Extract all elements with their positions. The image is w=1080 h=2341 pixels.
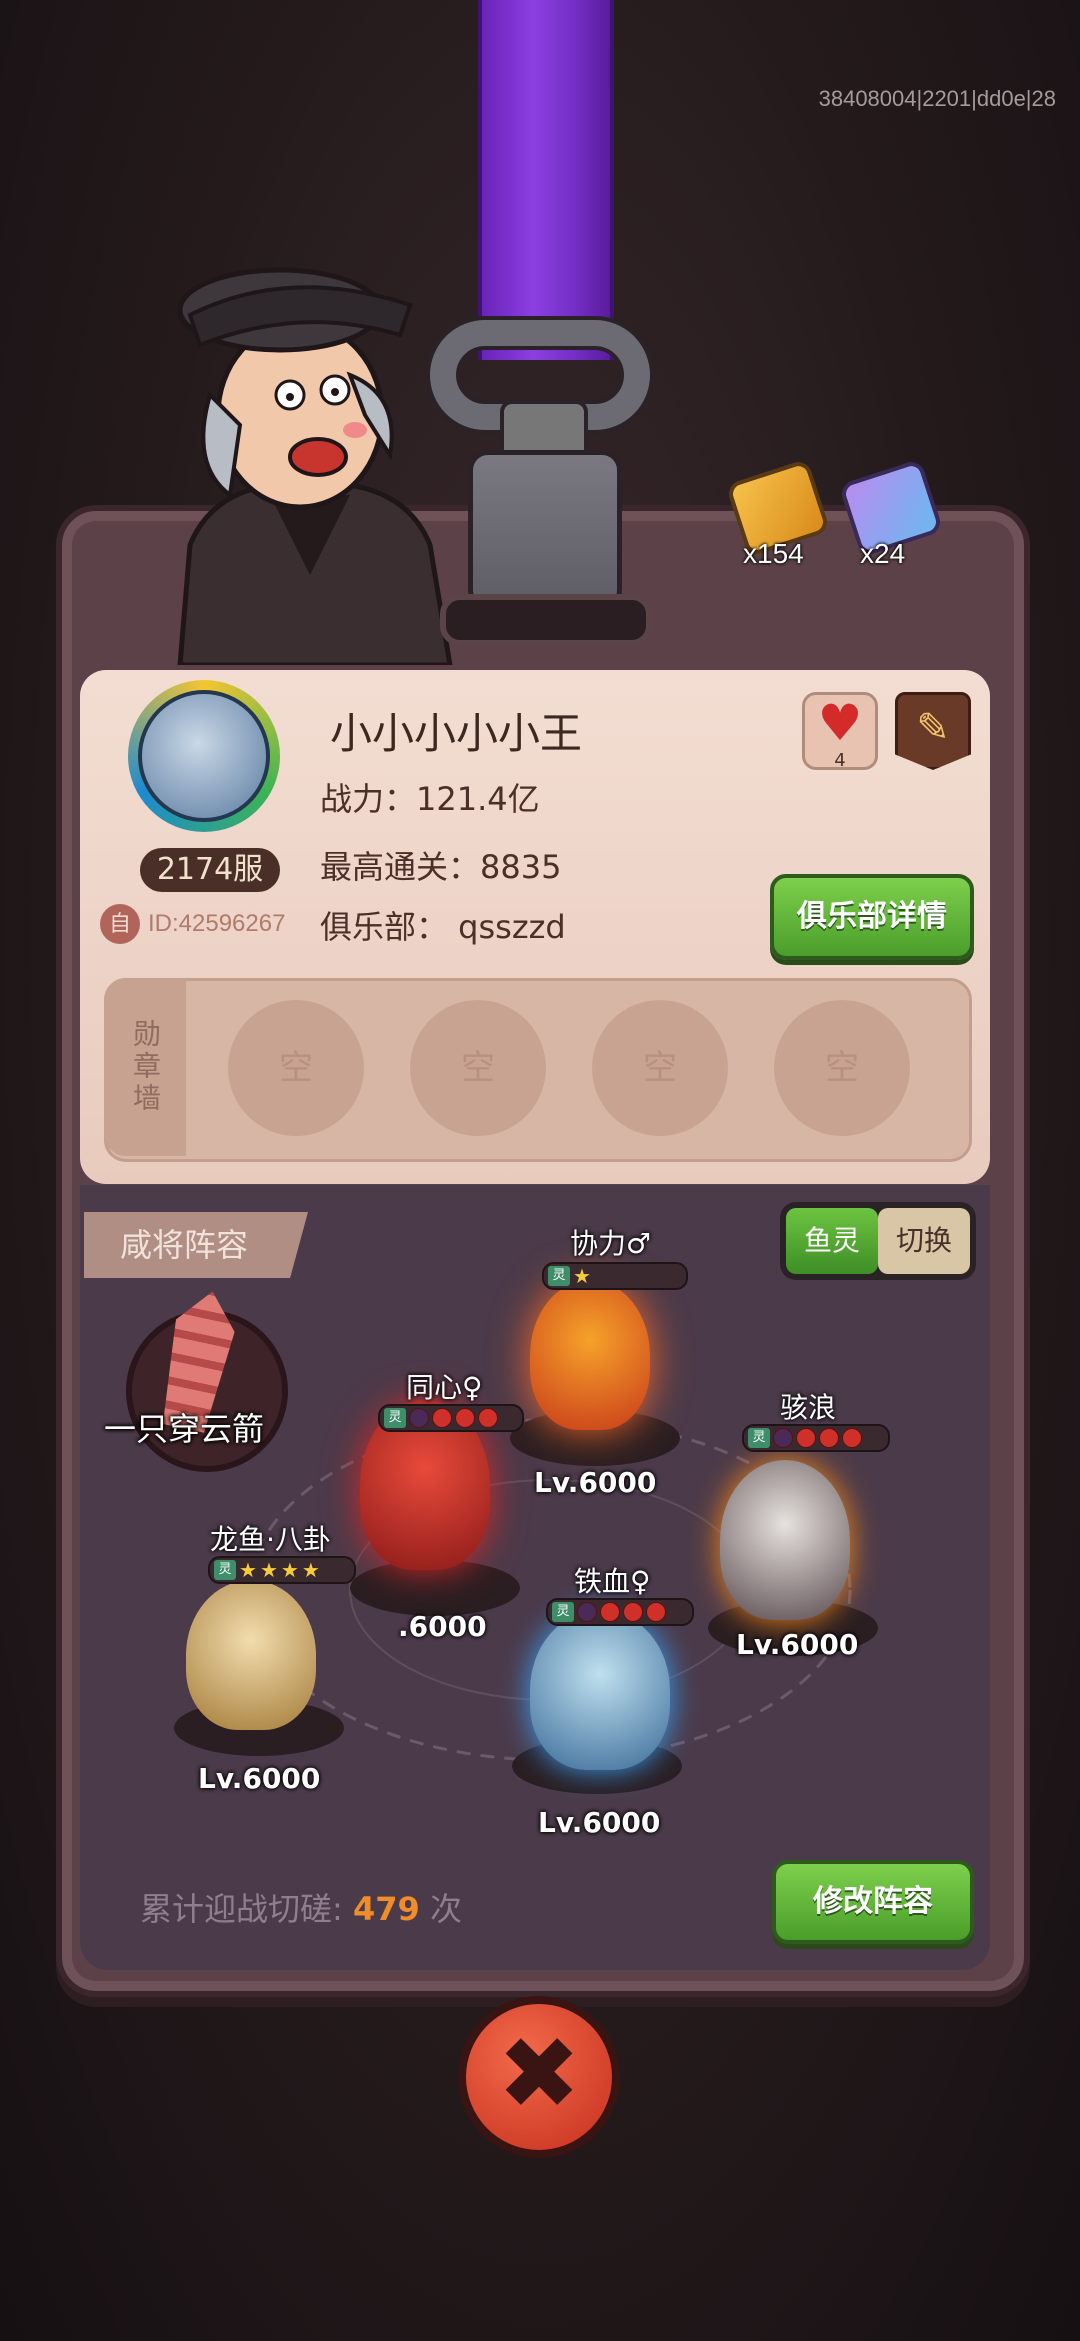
heart-icon: ♥ [817, 694, 863, 752]
orb-icon [646, 1602, 666, 1622]
hero-star-bar: 灵 ★ ★ ★ ★ [208, 1556, 356, 1584]
hero-name: 同心♀ [406, 1371, 483, 1404]
player-id: ID:42596267 [148, 910, 286, 937]
medal-wall-label: 勋章墙 [104, 978, 186, 1156]
artifact-name: 一只穿云箭 [104, 1410, 265, 1448]
challenge-unit: 次 [429, 1890, 462, 1928]
spirit-tag: 灵 [548, 1266, 570, 1286]
build-id-text: 38408004|2201|dd0e|28 [818, 86, 1056, 111]
challenge-count-row: 累计迎战切磋: 479 次 [140, 1884, 462, 1930]
orb-icon [796, 1428, 816, 1448]
like-count: 4 [834, 750, 846, 771]
hero-name: 协力♂ [570, 1227, 652, 1260]
club-details-button[interactable]: 俱乐部详情 [770, 874, 974, 960]
star-icon: ★ [573, 1264, 591, 1288]
star-icon: ★ [239, 1558, 257, 1582]
orb-icon [819, 1428, 839, 1448]
player-character-illustration [177, 267, 453, 665]
player-name: 小小小小小王 [330, 709, 583, 758]
player-avatar[interactable] [128, 680, 280, 832]
spirit-tag: 灵 [748, 1428, 770, 1448]
orb-icon [409, 1408, 429, 1428]
gold-bar-amount: x154 [743, 538, 804, 569]
like-button[interactable]: ♥ 4 [802, 692, 878, 771]
challenge-label: 累计迎战切磋: [140, 1890, 343, 1928]
server-badge: 2174服 [140, 848, 280, 892]
hero-level: Lv.6000 [534, 1466, 657, 1499]
hero-name: 龙鱼·八卦 [210, 1523, 331, 1556]
star-icon: ★ [259, 1558, 278, 1582]
hero-level: Lv.6000 [198, 1762, 321, 1795]
club-name: 俱乐部： qsszzd [320, 908, 566, 946]
badge-clip [468, 450, 622, 610]
orb-icon [478, 1408, 498, 1428]
hero-star-bar: 灵 ★ [542, 1262, 688, 1290]
orb-icon [842, 1428, 862, 1448]
orb-icon [623, 1602, 643, 1622]
hero-figure[interactable] [720, 1460, 850, 1620]
switch-option-active[interactable]: 鱼灵 [786, 1208, 878, 1274]
orb-icon [600, 1602, 620, 1622]
hero-figure[interactable] [186, 1580, 316, 1730]
avatar-portrait [138, 690, 270, 822]
spirit-tag: 灵 [214, 1560, 236, 1580]
hero-star-bar: 灵 [378, 1404, 524, 1432]
hero-name: 铁血♀ [574, 1565, 651, 1598]
edit-lineup-button[interactable]: 修改阵容 [772, 1860, 974, 1944]
hero-level: .6000 [398, 1610, 487, 1643]
close-icon[interactable]: ✖ [458, 1996, 620, 2158]
id-copy-icon[interactable]: 自 [100, 904, 140, 944]
hero-level: Lv.6000 [538, 1806, 661, 1839]
orb-icon [577, 1602, 597, 1622]
star-icon: ★ [301, 1558, 320, 1582]
spirit-tag: 灵 [384, 1408, 406, 1428]
hero-name: 骇浪 [780, 1391, 837, 1424]
orb-icon [773, 1428, 793, 1448]
combat-power: 战力：121.4亿 [320, 780, 540, 818]
player-id-row[interactable]: 自 ID:42596267 [100, 904, 285, 944]
hero-figure[interactable] [530, 1280, 650, 1430]
spirit-tag: 灵 [552, 1602, 574, 1622]
challenge-count: 479 [352, 1890, 420, 1928]
star-icon: ★ [280, 1558, 299, 1582]
hero-star-bar: 灵 [546, 1598, 694, 1626]
lanyard-strap [478, 0, 614, 360]
best-clear-stage: 最高通关：8835 [320, 848, 562, 886]
lineup-switch[interactable]: 鱼灵 切换 [780, 1202, 976, 1280]
crystal-amount: x24 [860, 538, 906, 569]
medal-slot[interactable]: 空 [410, 1000, 546, 1136]
hero-figure[interactable] [530, 1610, 670, 1770]
book-icon[interactable]: ✎ [895, 692, 971, 770]
lineup-title: 咸将阵容 [84, 1212, 308, 1278]
orb-icon [455, 1408, 475, 1428]
medal-slot[interactable]: 空 [774, 1000, 910, 1136]
medal-slot[interactable]: 空 [228, 1000, 364, 1136]
badge-slot [440, 594, 652, 646]
hero-level: Lv.6000 [736, 1628, 859, 1661]
orb-icon [432, 1408, 452, 1428]
hero-star-bar: 灵 [742, 1424, 890, 1452]
medal-slot[interactable]: 空 [592, 1000, 728, 1136]
switch-option[interactable]: 切换 [878, 1208, 970, 1274]
